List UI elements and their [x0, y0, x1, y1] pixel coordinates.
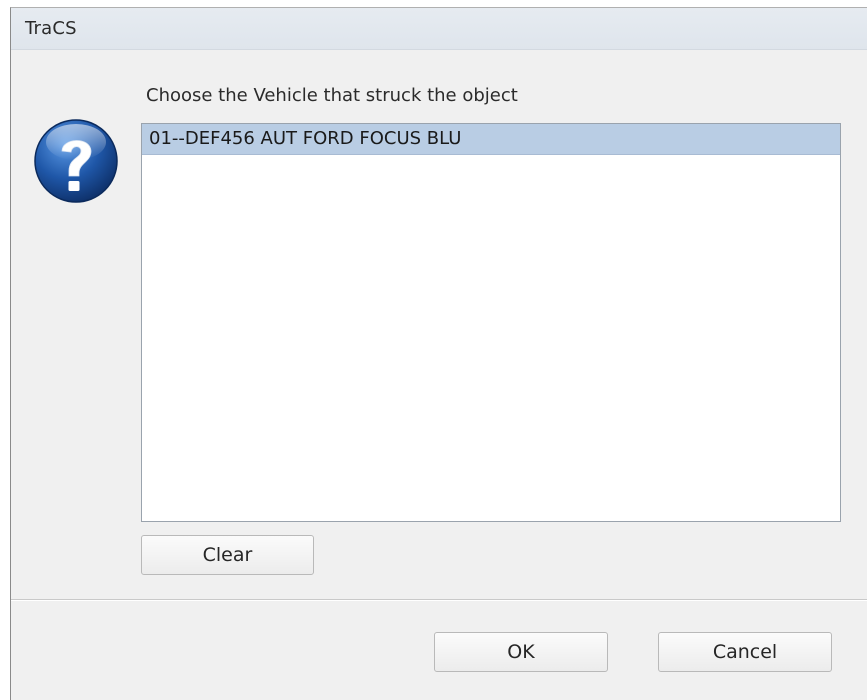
- question-icon: [34, 119, 118, 203]
- clear-button[interactable]: Clear: [141, 535, 314, 575]
- window-title: TraCS: [25, 18, 77, 39]
- dialog-window: TraCS Choose the Vehicle that struck the…: [10, 7, 867, 700]
- vehicle-listbox[interactable]: 01--DEF456 AUT FORD FOCUS BLU: [141, 123, 841, 522]
- ok-button[interactable]: OK: [434, 632, 608, 672]
- title-bar[interactable]: TraCS: [11, 8, 867, 50]
- divider: [11, 599, 867, 601]
- list-item[interactable]: 01--DEF456 AUT FORD FOCUS BLU: [142, 124, 840, 155]
- prompt-label: Choose the Vehicle that struck the objec…: [146, 85, 518, 106]
- cancel-button[interactable]: Cancel: [658, 632, 832, 672]
